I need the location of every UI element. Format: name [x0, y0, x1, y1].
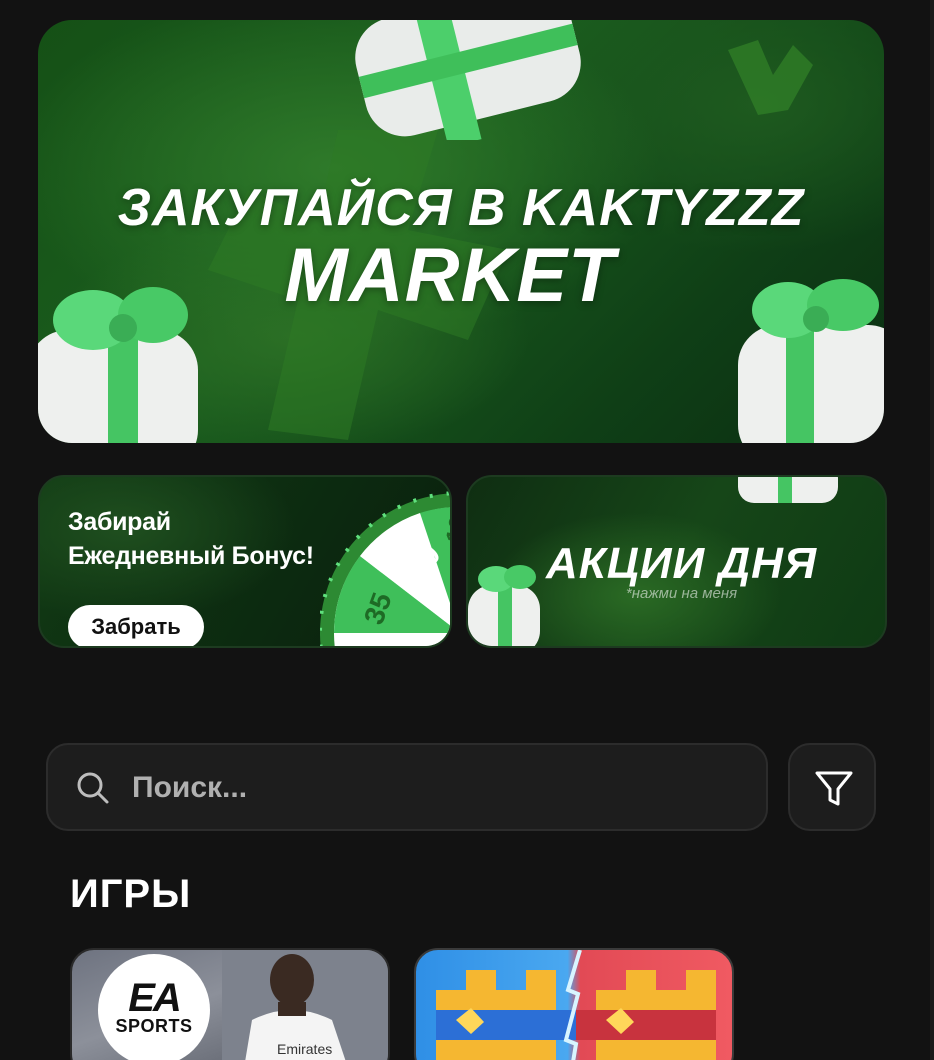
player-image: Emirates [222, 950, 388, 1060]
jersey-text: Emirates [277, 1041, 332, 1057]
filter-icon [815, 771, 853, 806]
daily-bonus-text: Забирай Ежедневный Бонус! [68, 505, 314, 573]
ea-logo-mark: EA [128, 976, 182, 1020]
blue-crown-icon [436, 970, 576, 1060]
hero-title-line2: MARKET [284, 233, 616, 318]
red-crown-icon [576, 970, 716, 1060]
daily-bonus-line2: Ежедневный Бонус! [68, 542, 314, 570]
prize-wheel-icon: 35 50 10 [320, 491, 450, 646]
cactus-bg-icon [728, 40, 813, 115]
deals-subtitle: *нажми на меня [625, 585, 738, 602]
deals-of-day-card[interactable]: АКЦИИ ДНЯ *нажми на меня [466, 475, 887, 648]
filter-button[interactable] [788, 743, 876, 831]
gift-icon [355, 20, 581, 140]
hero-banner[interactable]: ЗАКУПАЙСЯ В KAKTYZZZ MARKET [38, 20, 884, 443]
games-section-title: ИГРЫ [70, 872, 192, 916]
hero-title-line1: ЗАКУПАЙСЯ В KAKTYZZZ [117, 179, 805, 237]
claim-bonus-button[interactable]: Забрать [68, 605, 204, 646]
page: ЗАКУПАЙСЯ В KAKTYZZZ MARKET Забирай Ежед… [0, 0, 934, 1060]
search-input[interactable] [132, 765, 732, 811]
game-card-ea-sports[interactable]: Emirates EA SPORTS [70, 948, 390, 1060]
ea-logo-text: SPORTS [115, 1016, 193, 1036]
search-bar[interactable] [46, 743, 768, 831]
daily-bonus-line1: Забирай [68, 508, 171, 536]
game-card-clash-royale[interactable] [414, 948, 734, 1060]
search-icon [77, 772, 109, 804]
ea-sports-logo: EA SPORTS [98, 954, 210, 1060]
deals-title: АКЦИИ ДНЯ [545, 539, 818, 588]
lightning-icon [563, 950, 582, 1060]
daily-bonus-card[interactable]: Забирай Ежедневный Бонус! 35 50 10 Забра… [38, 475, 452, 648]
gift-icon [738, 477, 838, 503]
window-edge [930, 0, 934, 1060]
